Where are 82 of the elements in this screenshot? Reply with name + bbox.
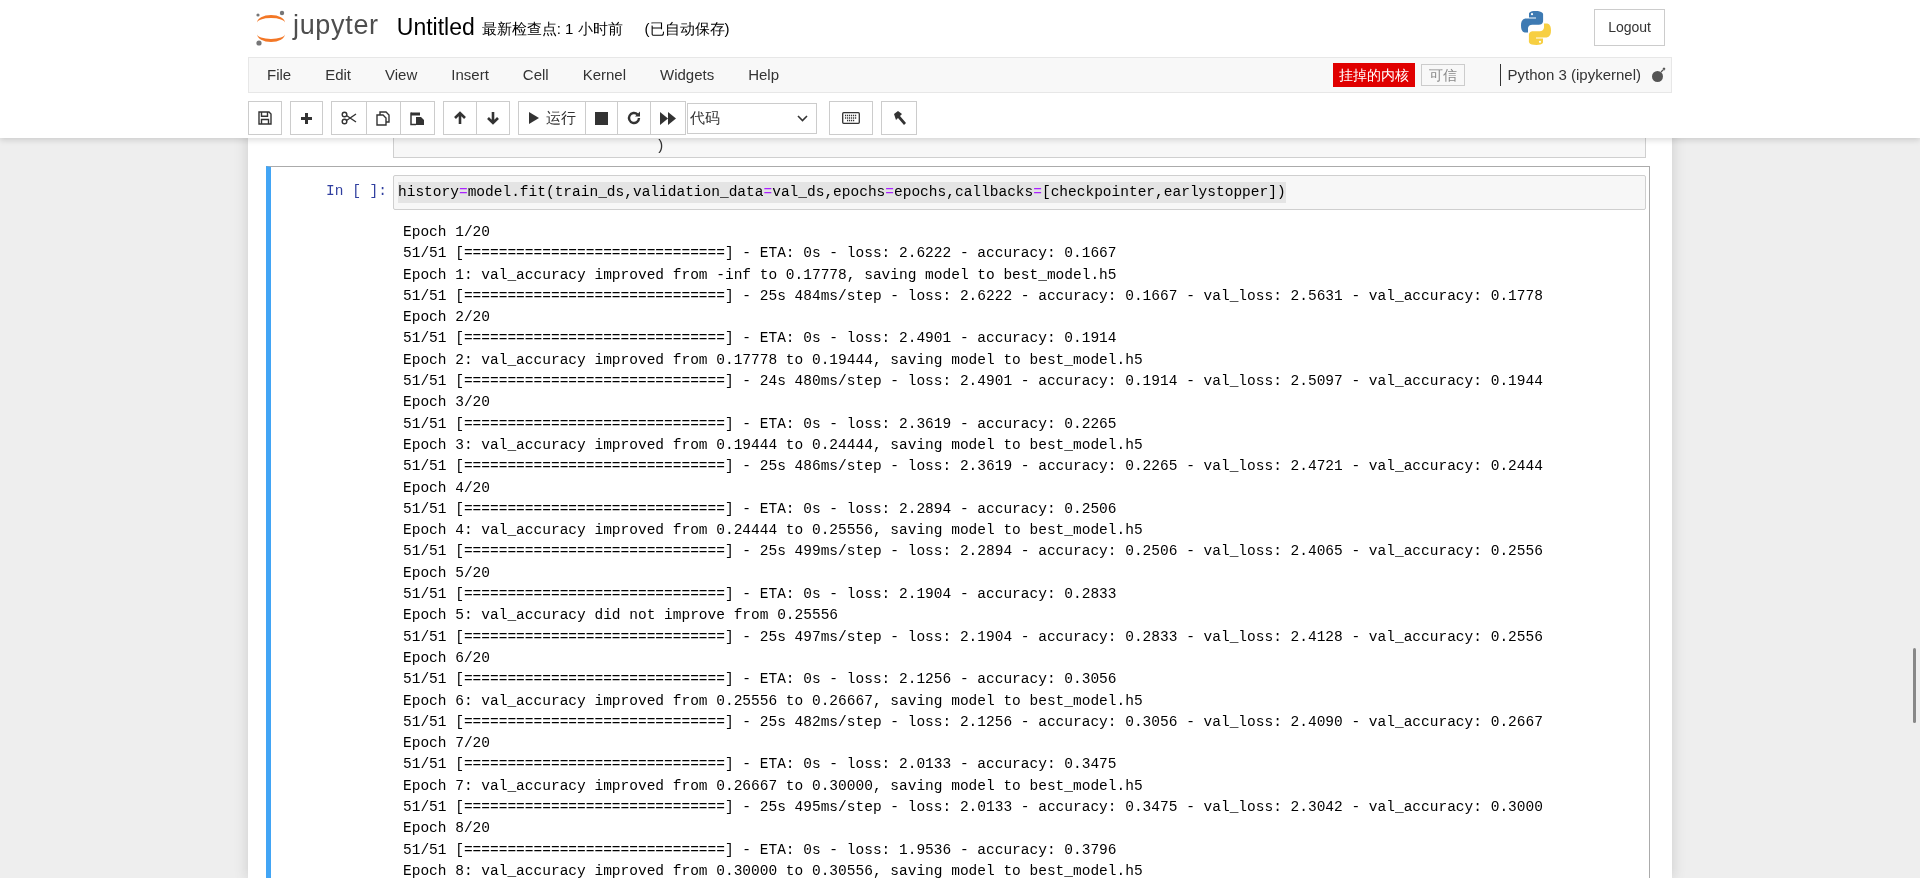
plus-icon bbox=[300, 111, 313, 125]
menu-item[interactable]: Help bbox=[738, 63, 790, 87]
output-line: Epoch 5: val_accuracy did not improve from 0.25556 bbox=[403, 606, 839, 626]
output-line: Epoch 1: val_accuracy improved from -inf to 0.17778, saving model to best_model.h5 bbox=[403, 265, 1117, 285]
code-text: ) bbox=[656, 137, 665, 155]
output-line: Epoch 7/20 bbox=[403, 734, 490, 754]
menu-item[interactable]: Edit bbox=[315, 63, 362, 87]
output-line: 51/51 [==============================] - 25s 499ms/step - loss: 2.2894 - accuracy: 0.2506 - val_loss: 2.4065 - val_accuracy: 0.2556 bbox=[403, 542, 1543, 562]
keyboard-shortcuts-button[interactable] bbox=[829, 101, 873, 135]
menu-item[interactable]: Insert bbox=[441, 63, 499, 87]
output-line: 51/51 [==============================] - ETA: 0s - loss: 2.3619 - accuracy: 0.2265 bbox=[403, 414, 1117, 434]
output-line: Epoch 6: val_accuracy improved from 0.25556 to 0.26667, saving model to best_model.h5 bbox=[403, 691, 1143, 711]
arrow-up-icon bbox=[453, 111, 467, 125]
code-cell[interactable] bbox=[266, 166, 1650, 878]
menu-item[interactable]: Kernel bbox=[572, 63, 636, 87]
restart-icon bbox=[627, 111, 641, 125]
stop-icon bbox=[595, 111, 608, 125]
insert-cell-button[interactable] bbox=[290, 101, 323, 135]
output-line: 51/51 [==============================] - ETA: 0s - loss: 2.0133 - accuracy: 0.3475 bbox=[403, 755, 1117, 775]
output-line: 51/51 [==============================] - 25s 484ms/step - loss: 2.6222 - accuracy: 0.1667 - val_loss: 2.5631 - val_accuracy: 0.1778 bbox=[403, 286, 1543, 306]
output-line: 51/51 [==============================] - ETA: 0s - loss: 2.1904 - accuracy: 0.2833 bbox=[403, 585, 1117, 605]
scissors-icon bbox=[341, 111, 357, 125]
output-line: Epoch 4: val_accuracy improved from 0.24444 to 0.25556, saving model to best_model.h5 bbox=[403, 521, 1143, 541]
kernel-status-badge: 挂掉的内核 bbox=[1332, 63, 1415, 87]
menu-item[interactable]: File bbox=[257, 63, 302, 87]
output-line: Epoch 2/20 bbox=[403, 308, 490, 328]
copy-icon bbox=[376, 110, 391, 126]
run-button[interactable]: 运行 bbox=[518, 101, 586, 135]
move-down-button[interactable] bbox=[476, 101, 510, 135]
output-line: Epoch 4/20 bbox=[403, 478, 490, 498]
output-line: Epoch 8: val_accuracy improved from 0.30000 to 0.30556, saving model to best_model.h5 bbox=[403, 861, 1143, 878]
output-line: Epoch 2: val_accuracy improved from 0.17778 to 0.19444, saving model to best_model.h5 bbox=[403, 350, 1143, 370]
hammer-icon bbox=[891, 110, 907, 126]
output-line: 51/51 [==============================] - ETA: 0s - loss: 2.2894 - accuracy: 0.2506 bbox=[403, 499, 1117, 519]
output-line: Epoch 1/20 bbox=[403, 223, 490, 242]
output-line: 51/51 [==============================] - 25s 495ms/step - loss: 2.0133 - accuracy: 0.3475 - val_loss: 2.3042 - val_accuracy: 0.3000 bbox=[403, 798, 1543, 817]
autosave-status: (已自动保存) bbox=[644, 19, 730, 40]
notebook-title[interactable]: Untitled bbox=[396, 10, 475, 45]
kernel-name: Python 3 (ipykernel) bbox=[1507, 64, 1641, 85]
scrollbar-thumb[interactable] bbox=[1913, 648, 1916, 723]
output-line: 51/51 [==============================] - 25s 486ms/step - loss: 2.3619 - accuracy: 0.2265 - val_loss: 2.4721 - val_accuracy: 0.2444 bbox=[403, 457, 1543, 477]
paste-button[interactable] bbox=[400, 101, 435, 135]
checkpoint-status: 最新检查点: 1 小时前 bbox=[481, 19, 623, 40]
code-text: history=model.fit(train_ds,validation_data=val_ds,epochs=epochs,callbacks=[checkpointer,earlystopper]) bbox=[398, 181, 1286, 204]
arrow-down-icon bbox=[486, 111, 500, 125]
move-up-button[interactable] bbox=[443, 101, 477, 135]
input-prompt: In [ ]: bbox=[325, 182, 388, 201]
run-all-button[interactable] bbox=[650, 101, 686, 135]
logout-button[interactable]: Logout bbox=[1594, 9, 1665, 46]
command-palette-button[interactable] bbox=[881, 101, 917, 135]
cell-type-dropdown[interactable]: 代码 bbox=[687, 102, 817, 134]
save-icon bbox=[258, 111, 272, 125]
output-line: 51/51 [==============================] - ETA: 0s - loss: 2.1256 - accuracy: 0.3056 bbox=[403, 670, 1117, 690]
fast-forward-icon bbox=[660, 111, 676, 125]
output-line: Epoch 3: val_accuracy improved from 0.19444 to 0.24444, saving model to best_model.h5 bbox=[403, 435, 1143, 455]
cut-button[interactable] bbox=[331, 101, 367, 135]
output-line: Epoch 6/20 bbox=[403, 648, 490, 668]
copy-button[interactable] bbox=[366, 101, 401, 135]
code-input[interactable]: history=model.fit(train_ds,validation_data=val_ds,epochs=epochs,callbacks=[checkpointer,earlystopper]) bbox=[393, 175, 1646, 210]
output-line: 51/51 [==============================] - ETA: 0s - loss: 2.6222 - accuracy: 0.1667 bbox=[403, 244, 1117, 264]
caret-icon bbox=[797, 114, 808, 122]
trusted-badge[interactable]: 可信 bbox=[1420, 64, 1465, 86]
paste-icon bbox=[410, 110, 425, 126]
output-line: Epoch 7: val_accuracy improved from 0.26667 to 0.30000, saving model to best_model.h5 bbox=[403, 776, 1143, 796]
output-line: 51/51 [==============================] - ETA: 0s - loss: 2.4901 - accuracy: 0.1914 bbox=[403, 329, 1117, 349]
menu-item[interactable]: Widgets bbox=[650, 63, 725, 87]
output-line: 51/51 [==============================] - 24s 480ms/step - loss: 2.4901 - accuracy: 0.1914 - val_loss: 2.5097 - val_accuracy: 0.1944 bbox=[403, 372, 1543, 392]
output-line: 51/51 [==============================] - ETA: 0s - loss: 1.9536 - accuracy: 0.3796 bbox=[403, 840, 1117, 860]
output-line: Epoch 8/20 bbox=[403, 819, 490, 839]
save-button[interactable] bbox=[248, 101, 282, 135]
output-line: 51/51 [==============================] - 25s 497ms/step - loss: 2.1904 - accuracy: 0.2833 - val_loss: 2.4128 - val_accuracy: 0.2556 bbox=[403, 627, 1543, 647]
play-icon bbox=[528, 111, 540, 125]
keyboard-icon bbox=[842, 112, 860, 124]
bomb-icon bbox=[1651, 67, 1667, 83]
jupyter-logo[interactable]: jupyter bbox=[253, 8, 379, 47]
menu-item[interactable]: Cell bbox=[512, 63, 559, 87]
interrupt-button[interactable] bbox=[585, 101, 618, 135]
output-line: 51/51 [==============================] - 25s 482ms/step - loss: 2.1256 - accuracy: 0.3056 - val_loss: 2.4090 - val_accuracy: 0.2667 bbox=[403, 712, 1543, 732]
menu-item[interactable]: View bbox=[375, 63, 428, 87]
output-line: Epoch 3/20 bbox=[403, 393, 490, 413]
restart-button[interactable] bbox=[617, 101, 651, 135]
output-line: Epoch 5/20 bbox=[403, 563, 490, 583]
